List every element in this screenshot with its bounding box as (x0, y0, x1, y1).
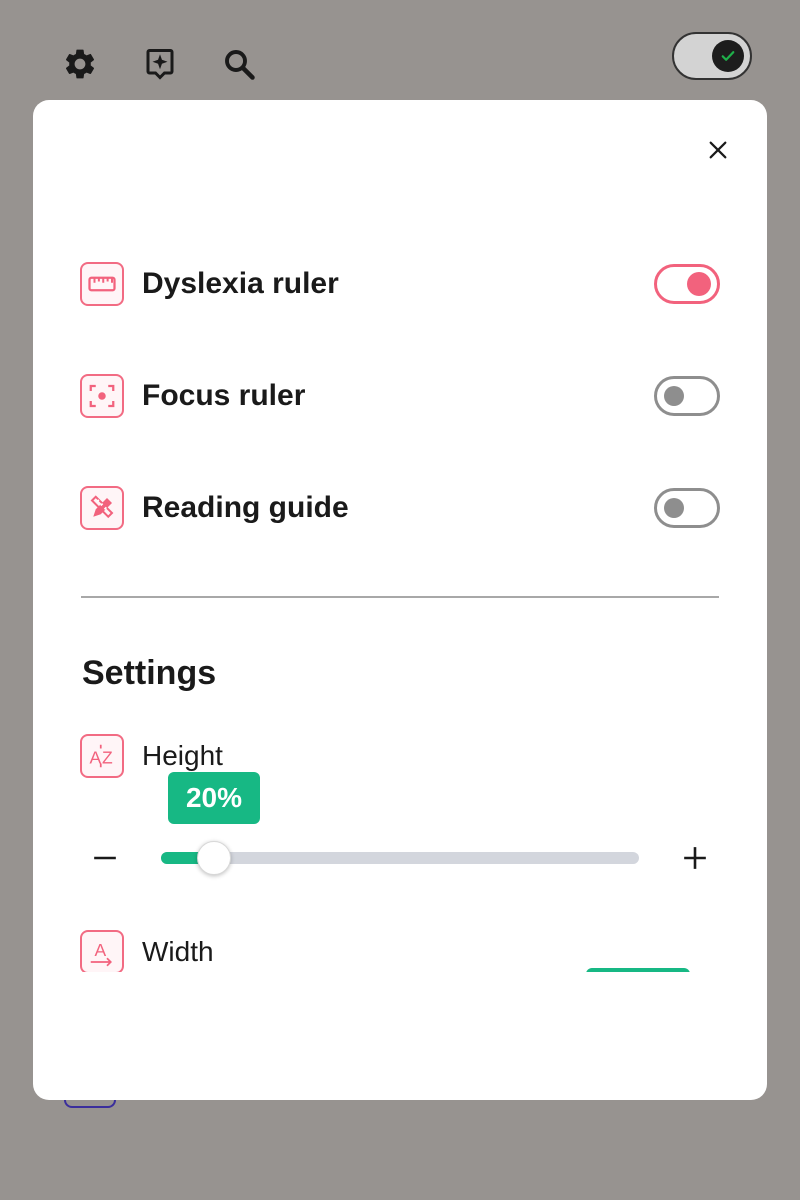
main-toggle[interactable] (672, 32, 752, 80)
text-height-icon: AZ (80, 734, 124, 778)
focus-ruler-toggle[interactable] (654, 376, 720, 416)
pencil-ruler-icon (80, 486, 124, 530)
feature-row-focus-ruler: Focus ruler (80, 372, 720, 420)
check-icon (712, 40, 744, 72)
close-icon[interactable] (702, 134, 734, 166)
height-label: Height (142, 740, 223, 771)
settings-scroll-clip: A Width (33, 920, 767, 972)
search-icon[interactable] (219, 44, 259, 84)
feature-row-dyslexia-ruler: Dyslexia ruler (80, 260, 720, 308)
settings-title: Settings (82, 654, 217, 692)
feature-row-reading-guide: Reading guide (80, 484, 720, 532)
height-value-badge: 20% (168, 772, 260, 824)
focus-target-icon (80, 374, 124, 418)
svg-text:Z: Z (102, 748, 113, 768)
width-label: Width (142, 936, 214, 967)
divider (81, 596, 719, 598)
ruler-icon (80, 262, 124, 306)
feature-label: Reading guide (142, 491, 349, 524)
sparkle-bubble-icon[interactable] (140, 44, 180, 84)
height-slider-track[interactable] (161, 841, 639, 875)
height-decrease-button[interactable] (85, 838, 125, 878)
svg-text:A: A (95, 940, 107, 960)
svg-text:A: A (90, 748, 102, 768)
height-increase-button[interactable] (675, 838, 715, 878)
gear-icon[interactable] (60, 44, 100, 84)
dyslexia-ruler-toggle[interactable] (654, 264, 720, 304)
text-width-icon: A (80, 930, 124, 972)
reading-guide-toggle[interactable] (654, 488, 720, 528)
feature-label: Focus ruler (142, 379, 306, 412)
feature-label: Dyslexia ruler (142, 267, 339, 300)
width-value-badge (586, 968, 690, 972)
height-slider-thumb[interactable] (196, 841, 231, 875)
setting-row-width: A Width (80, 928, 720, 972)
